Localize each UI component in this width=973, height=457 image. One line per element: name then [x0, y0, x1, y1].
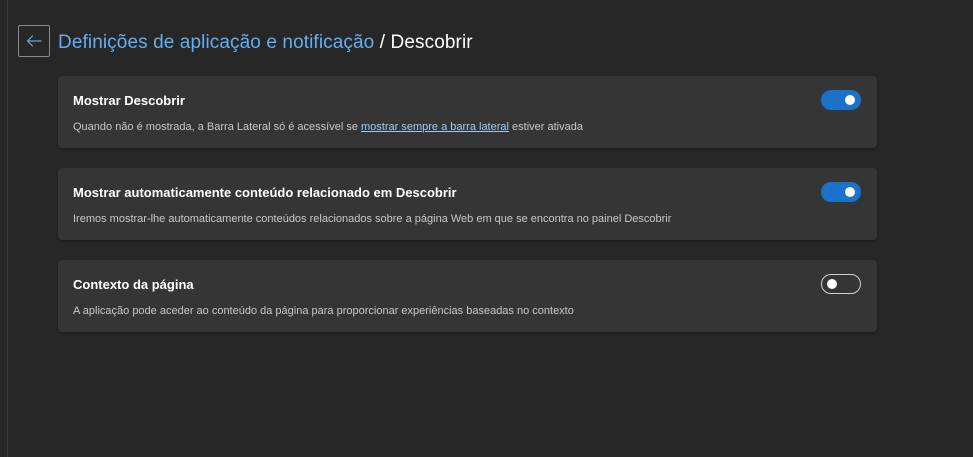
show-discover-toggle[interactable]: [821, 90, 861, 110]
settings-page: Definições de aplicação e notificação / …: [0, 0, 973, 457]
setting-description-text: Quando não é mostrada, a Barra Lateral s…: [73, 121, 358, 133]
auto-related-content-toggle[interactable]: [821, 182, 861, 202]
sidebar-divider: [7, 0, 8, 457]
page-context-toggle[interactable]: [821, 274, 861, 294]
setting-description-text-end: estiver ativada: [512, 121, 583, 133]
breadcrumb: Definições de aplicação e notificação / …: [58, 31, 473, 55]
toggle-knob: [827, 279, 837, 289]
toggle-knob: [845, 95, 855, 105]
setting-card-show-discover: Mostrar Descobrir Quando não é mostrada,…: [58, 76, 877, 148]
setting-description: A aplicação pode aceder ao conteúdo da p…: [73, 305, 574, 317]
arrow-left-icon: [26, 35, 42, 47]
setting-description: Quando não é mostrada, a Barra Lateral s…: [73, 121, 583, 133]
breadcrumb-parent-link[interactable]: Definições de aplicação e notificação: [58, 32, 374, 53]
breadcrumb-separator: /: [379, 32, 386, 53]
setting-title: Mostrar Descobrir: [73, 93, 185, 108]
setting-title: Mostrar automaticamente conteúdo relacio…: [73, 185, 457, 200]
always-show-sidebar-link[interactable]: mostrar sempre a barra lateral: [361, 121, 509, 133]
setting-title: Contexto da página: [73, 277, 194, 292]
page-title: Descobrir: [390, 32, 473, 53]
toggle-knob: [845, 187, 855, 197]
setting-description: Iremos mostrar-lhe automaticamente conte…: [73, 213, 672, 225]
setting-card-auto-related-content: Mostrar automaticamente conteúdo relacio…: [58, 168, 877, 240]
back-button[interactable]: [18, 25, 50, 57]
setting-card-page-context: Contexto da página A aplicação pode aced…: [58, 260, 877, 332]
